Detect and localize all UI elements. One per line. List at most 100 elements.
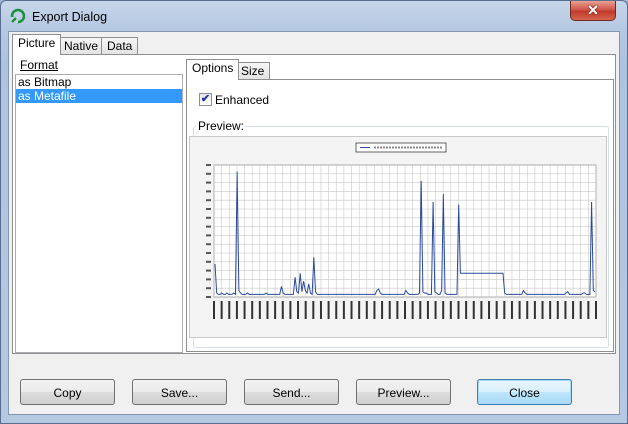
x-tick-label (342, 301, 345, 319)
y-tick-label (206, 208, 211, 210)
x-tick-label (449, 301, 452, 319)
x-tick-label (572, 301, 575, 319)
tab-label: Options (192, 61, 234, 75)
y-tick-label (206, 296, 211, 298)
title-bar[interactable]: Export Dialog ✕ (1, 1, 627, 31)
enhanced-checkbox[interactable]: ✔ (199, 93, 212, 106)
tab-label: Data (107, 39, 133, 53)
x-tick-label (587, 301, 590, 319)
tab-options[interactable]: Options (186, 59, 240, 80)
x-tick-label (312, 301, 315, 319)
x-tick-label (480, 301, 483, 319)
x-tick-label (411, 301, 414, 319)
send-button[interactable]: Send... (244, 379, 339, 405)
preview-chart-area (189, 136, 607, 338)
x-tick-label (404, 301, 406, 319)
window-title: Export Dialog (32, 10, 108, 24)
y-tick-label (206, 225, 211, 228)
x-tick-label (533, 301, 536, 319)
tab-label: Size (241, 64, 265, 78)
x-tick-label (381, 301, 384, 319)
x-tick-label (235, 301, 238, 319)
x-tick-label (304, 301, 307, 319)
tab-label: Picture (18, 36, 56, 50)
y-tick-label (206, 181, 211, 184)
enhanced-label: Enhanced (215, 93, 270, 107)
tab-label: Native (64, 39, 99, 53)
x-tick-label (396, 301, 399, 319)
x-tick-label (220, 301, 223, 319)
x-tick-label (251, 301, 254, 319)
x-tick-label (297, 301, 300, 319)
x-tick-label (327, 301, 330, 319)
copy-button[interactable]: Copy (20, 379, 115, 405)
format-group: Format as Bitmap as Metafile (14, 58, 183, 353)
x-tick-label (541, 301, 544, 319)
format-label: Format (18, 58, 61, 72)
format-list[interactable]: as Bitmap as Metafile (15, 74, 183, 353)
y-tick-label (206, 269, 211, 272)
x-tick-label (526, 301, 529, 319)
x-tick-label (457, 301, 460, 319)
format-item-bitmap[interactable]: as Bitmap (16, 75, 182, 89)
export-dialog-window: Export Dialog ✕ Picture Native Data Form… (0, 0, 628, 424)
x-tick-label (472, 301, 475, 319)
y-tick-label (206, 199, 211, 202)
x-tick-label (434, 301, 437, 319)
x-tick-label (335, 301, 338, 319)
close-icon: ✕ (587, 2, 599, 18)
x-tick-label (510, 301, 513, 319)
close-button[interactable]: Close (477, 379, 572, 405)
x-tick-label (266, 301, 269, 319)
x-tick-label (365, 301, 368, 319)
x-tick-label (556, 301, 559, 319)
x-tick-label (213, 301, 215, 319)
app-logo-icon (10, 8, 26, 24)
x-tick-label (258, 301, 261, 319)
x-tick-label (228, 301, 231, 319)
save-button[interactable]: Save... (132, 379, 227, 405)
x-tick-label (549, 301, 552, 319)
x-tick-label (274, 301, 277, 319)
y-tick-label (206, 278, 211, 281)
x-tick-label (289, 301, 292, 319)
y-tick-label (206, 243, 211, 246)
tab-native[interactable]: Native (58, 37, 105, 55)
x-tick-label (503, 301, 506, 319)
tab-picture[interactable]: Picture (12, 34, 62, 55)
x-tick-label (373, 301, 376, 319)
y-tick-label (206, 190, 211, 193)
x-tick-label (281, 301, 284, 319)
preview-button[interactable]: Preview... (356, 379, 451, 405)
preview-label: Preview: (196, 119, 247, 133)
y-tick-label (206, 287, 211, 290)
y-tick-label (206, 164, 211, 166)
y-tick-label (206, 234, 211, 237)
x-tick-label (465, 301, 468, 319)
x-tick-label (319, 301, 322, 319)
x-tick-label (595, 301, 597, 319)
x-tick-label (579, 301, 582, 319)
format-item-metafile[interactable]: as Metafile (16, 89, 182, 103)
y-tick-label (206, 172, 211, 175)
y-tick-label (206, 252, 211, 254)
x-tick-label (564, 301, 567, 319)
checkmark-icon: ✔ (200, 93, 211, 105)
button-bar: Copy Save... Send... Preview... Close (9, 366, 619, 414)
x-tick-label (350, 301, 353, 319)
window-close-button[interactable]: ✕ (570, 1, 616, 21)
x-tick-label (388, 301, 391, 319)
x-tick-label (518, 301, 521, 319)
y-tick-label (206, 216, 211, 219)
x-tick-label (495, 301, 498, 319)
y-tick-label (206, 260, 211, 263)
preview-chart (206, 142, 597, 319)
tab-data[interactable]: Data (101, 37, 139, 55)
dialog-client-area: Picture Native Data Format as Bitmap as … (8, 31, 620, 415)
x-tick-label (243, 301, 246, 319)
x-tick-label (442, 301, 445, 319)
x-tick-label (419, 301, 422, 319)
x-tick-label (426, 301, 429, 319)
tab-size[interactable]: Size (235, 62, 271, 80)
x-tick-label (488, 301, 491, 319)
